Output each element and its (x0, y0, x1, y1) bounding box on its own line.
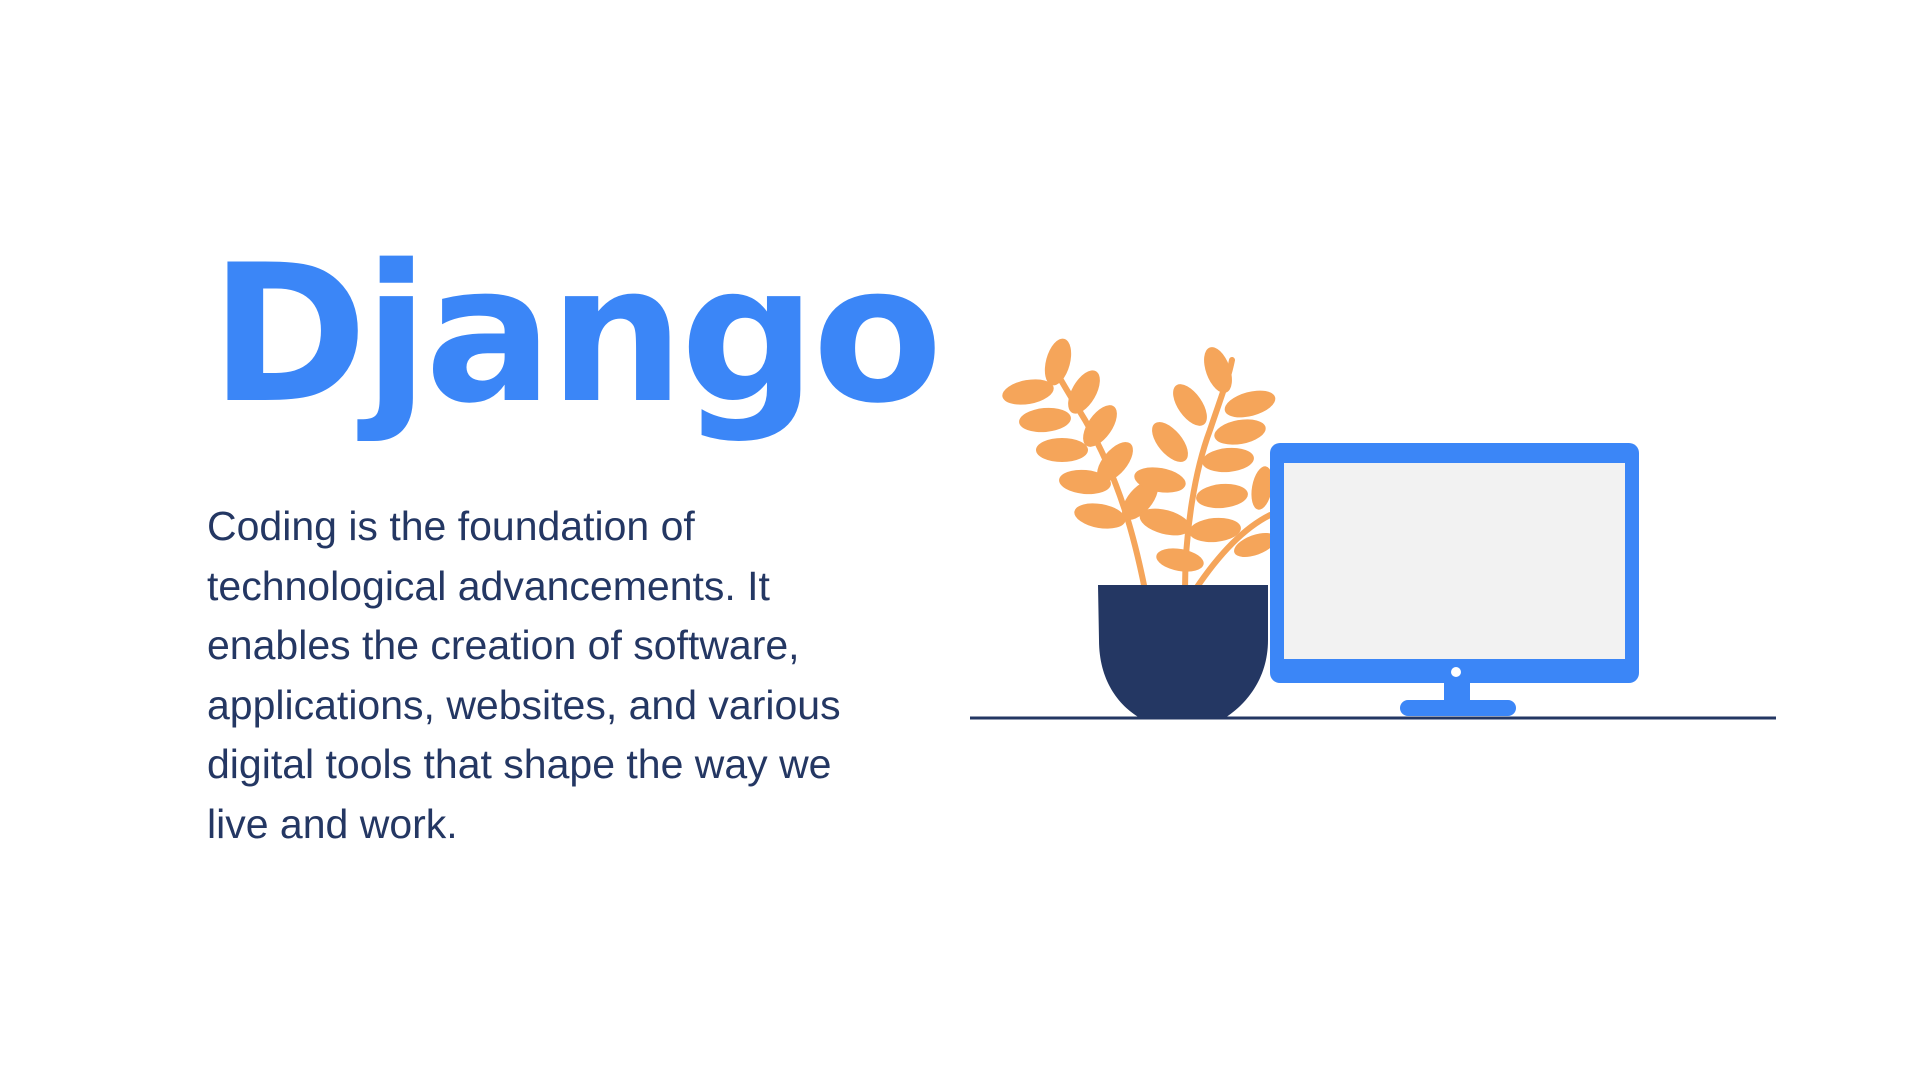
desktop-monitor-icon (1270, 443, 1639, 716)
slide-body-text: Coding is the foundation of technologica… (207, 503, 841, 847)
slide-title: Django (210, 224, 943, 445)
potted-plant-icon (1002, 338, 1276, 718)
desk-illustration (970, 338, 1776, 720)
slide: Django Coding is the foundation of techn… (0, 0, 1920, 1080)
